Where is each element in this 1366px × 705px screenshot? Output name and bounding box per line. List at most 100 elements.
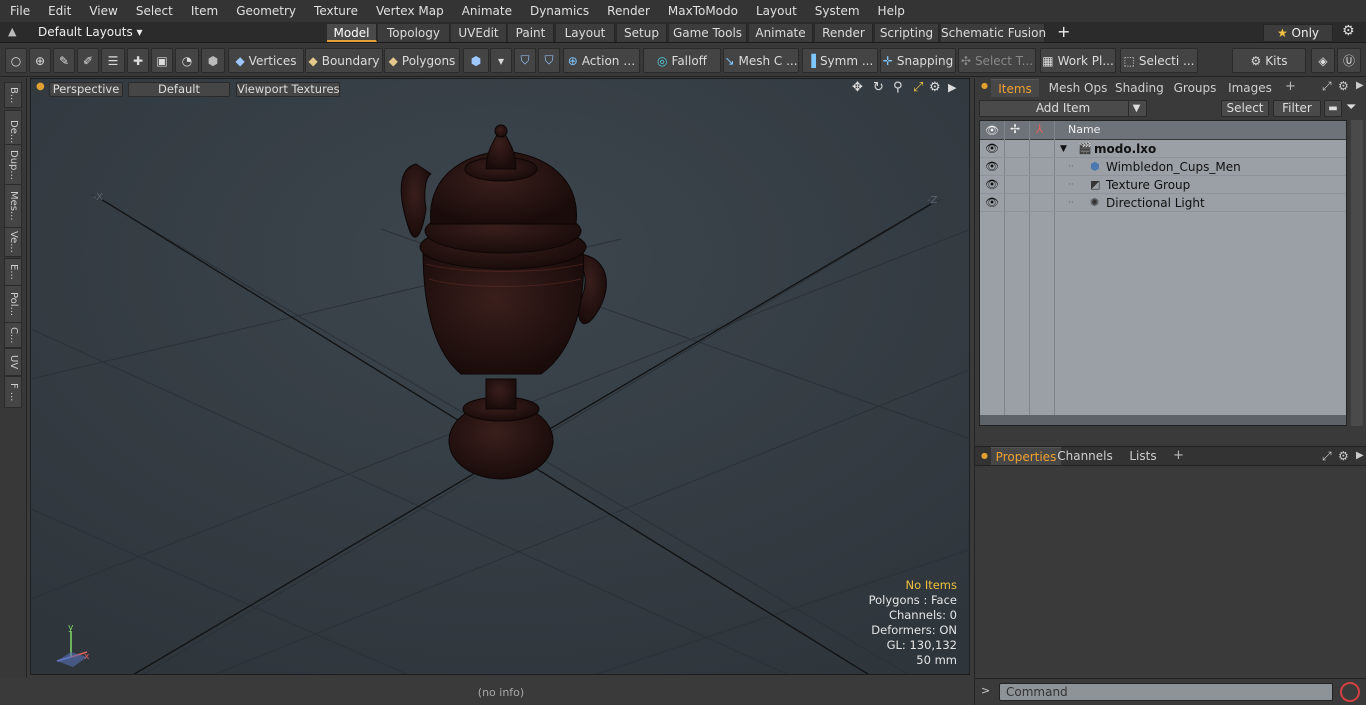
visibility-header-icon[interactable]: 👁 <box>985 124 999 137</box>
polygons-button[interactable]: ◆ Polygons <box>384 48 460 73</box>
vertices-button[interactable]: ◆ Vertices <box>228 48 304 73</box>
viewport-expand-icon[interactable]: ▶ <box>948 81 956 94</box>
tab-scripting[interactable]: Scripting <box>875 24 939 42</box>
menu-layout[interactable]: Layout <box>746 4 805 18</box>
properties-tab-lists[interactable]: Lists <box>1121 447 1165 465</box>
pie-button[interactable]: ◔ <box>175 48 199 73</box>
tab-animate[interactable]: Animate <box>749 24 813 42</box>
item-list[interactable]: 👁 ✢ ⅄ Name 👁 ▼ 🎬 modo.lxo 👁 ·· ⬢ Wimbledon_Cups… <box>979 120 1347 426</box>
command-input[interactable]: Command <box>999 683 1333 701</box>
panel-pop-out-icon[interactable]: ⤢ <box>1322 79 1332 94</box>
align-button[interactable]: ☰ <box>101 48 125 73</box>
menu-animate[interactable]: Animate <box>452 4 520 18</box>
menu-file[interactable]: File <box>0 4 38 18</box>
only-toggle[interactable]: ★ Only <box>1263 24 1333 42</box>
filter-button[interactable]: Filter <box>1273 100 1321 117</box>
visibility-eye-icon[interactable]: 👁 <box>985 140 999 158</box>
add-item-dropdown[interactable]: Add Item ▼ <box>979 100 1147 117</box>
viewport-menu-dot-icon[interactable]: ● <box>36 81 45 92</box>
material-dropdown[interactable]: ▾ <box>490 48 512 73</box>
select-through-button[interactable]: ✣ Select T... <box>958 48 1036 73</box>
properties-menu-dot-icon[interactable]: ● <box>981 451 988 460</box>
menu-item[interactable]: Item <box>181 4 226 18</box>
zoom-icon[interactable]: ⚲ <box>893 80 903 95</box>
add-tab-icon[interactable]: + <box>1057 22 1070 41</box>
panel-tab-mesh-ops[interactable]: Mesh Ops <box>1045 79 1111 97</box>
material-button[interactable]: ⬢ <box>463 48 489 73</box>
add-properties-tab-icon[interactable]: + <box>1173 448 1184 463</box>
panel-tab-items[interactable]: Items <box>991 79 1039 97</box>
properties-gear-icon[interactable]: ⚙ <box>1338 449 1349 463</box>
selection-sets-button[interactable]: ⬚ Selecti ... <box>1120 48 1198 73</box>
kits-button[interactable]: ⚙ Kits <box>1232 48 1306 73</box>
select-button[interactable]: Select <box>1221 100 1269 117</box>
item-mode-button[interactable]: ⬢ <box>201 48 225 73</box>
pen-button[interactable]: ✎ <box>53 48 75 73</box>
visibility-eye-icon[interactable]: 👁 <box>985 194 999 212</box>
panel-tab-shading[interactable]: Shading <box>1115 79 1164 97</box>
default-layouts-dropdown[interactable]: Default Layouts ▾ <box>38 25 143 39</box>
left-tab-8[interactable]: UV <box>4 348 22 376</box>
frame-button[interactable]: ▣ <box>151 48 173 73</box>
rotate-icon[interactable]: ↻ <box>873 80 884 95</box>
panel-expand-icon[interactable]: ▶ <box>1356 80 1364 91</box>
left-tab-7[interactable]: C... <box>4 322 22 348</box>
symmetry-button[interactable]: ▐ Symm ... <box>802 48 878 73</box>
menu-dynamics[interactable]: Dynamics <box>520 4 597 18</box>
unreal-button[interactable]: Ⓤ <box>1337 48 1361 73</box>
tab-layout[interactable]: Layout <box>556 24 615 42</box>
tab-schematic-fusion[interactable]: Schematic Fusion <box>941 24 1046 42</box>
type-header-icon[interactable]: ⅄ <box>1036 122 1043 136</box>
tab-model[interactable]: Model <box>327 24 377 42</box>
list-vertical-scrollbar[interactable] <box>1351 120 1363 426</box>
menu-edit[interactable]: Edit <box>38 4 79 18</box>
unity-button[interactable]: ◈ <box>1311 48 1335 73</box>
left-tab-4[interactable]: Ve... <box>4 227 22 257</box>
perspective-view-button[interactable]: Perspective <box>49 82 123 97</box>
left-tab-5[interactable]: E... <box>4 258 22 286</box>
brush-button[interactable]: ✐ <box>77 48 99 73</box>
visibility-eye-icon[interactable]: 👁 <box>985 158 999 176</box>
lock-header-icon[interactable]: ✢ <box>1010 122 1020 136</box>
item-row[interactable]: 👁 ·· ✺ Directional Light <box>980 194 1346 212</box>
falloff-button[interactable]: ◎ Falloff <box>643 48 721 73</box>
left-tab-9[interactable]: F ... <box>4 376 22 408</box>
3d-viewport[interactable]: -X -Z y x ● Perspective Default Viewport… <box>30 78 970 675</box>
center-button[interactable]: ✚ <box>127 48 149 73</box>
mesh-constraints-button[interactable]: ↘ Mesh C ... <box>723 48 799 73</box>
menu-maxtomodo[interactable]: MaxToModo <box>658 4 746 18</box>
work-plane-button[interactable]: ▦ Work Pl... <box>1040 48 1116 73</box>
properties-expand-icon[interactable]: ▶ <box>1356 450 1364 461</box>
menu-select[interactable]: Select <box>126 4 181 18</box>
tab-paint[interactable]: Paint <box>508 24 554 42</box>
pan-icon[interactable]: ✥ <box>852 80 863 95</box>
menu-geometry[interactable]: Geometry <box>226 4 304 18</box>
left-tab-2[interactable]: Dup... <box>4 144 22 186</box>
boundary-button[interactable]: ◆ Boundary <box>305 48 383 73</box>
symmetry-shield-2-button[interactable]: ⛉ <box>538 48 560 73</box>
left-tab-0[interactable]: B... <box>4 82 22 108</box>
list-scrollbar[interactable] <box>980 415 1346 425</box>
funnel-icon[interactable]: ⏷ <box>1346 100 1356 115</box>
symmetry-shield-button[interactable]: ⛉ <box>514 48 536 73</box>
collapse-button[interactable]: ▬ <box>1324 100 1342 117</box>
action-center-button[interactable]: ⊕ Action … <box>563 48 640 73</box>
menu-help[interactable]: Help <box>868 4 913 18</box>
select-circle-button[interactable]: ○ <box>5 48 27 73</box>
item-row[interactable]: 👁 ·· ⬢ Wimbledon_Cups_Men <box>980 158 1346 176</box>
add-panel-tab-icon[interactable]: + <box>1285 79 1296 94</box>
menu-vertex-map[interactable]: Vertex Map <box>366 4 452 18</box>
tab-game-tools[interactable]: Game Tools <box>669 24 747 42</box>
tab-uvedit[interactable]: UVEdit <box>451 24 507 42</box>
properties-pop-out-icon[interactable]: ⤢ <box>1322 449 1332 464</box>
menu-texture[interactable]: Texture <box>304 4 366 18</box>
panel-menu-dot-icon[interactable]: ● <box>981 81 988 90</box>
maximize-icon[interactable]: ⤢ <box>913 80 923 95</box>
record-macro-icon[interactable] <box>1340 682 1360 702</box>
panel-tab-groups[interactable]: Groups <box>1169 79 1221 97</box>
properties-tab-properties[interactable]: Properties <box>991 447 1061 465</box>
left-tab-3[interactable]: Mes... <box>4 184 22 228</box>
panel-tab-images[interactable]: Images <box>1225 79 1275 97</box>
name-column-header[interactable]: Name <box>1068 123 1100 136</box>
globe-button[interactable]: ⊕ <box>29 48 51 73</box>
